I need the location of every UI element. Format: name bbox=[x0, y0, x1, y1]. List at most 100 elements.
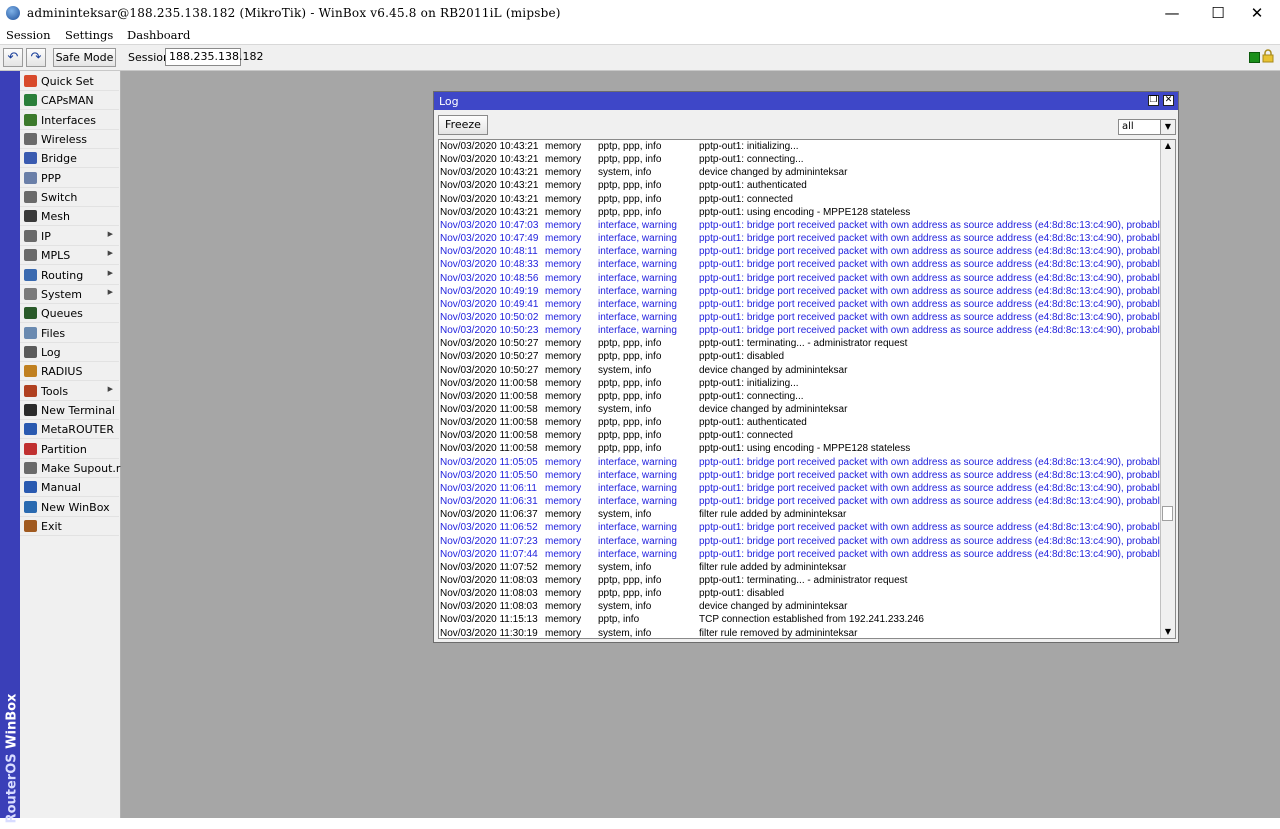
log-row[interactable]: Nov/03/2020 11:06:52 memory interface, war… bbox=[439, 521, 1175, 534]
restore-window-button[interactable]: ❐ bbox=[1148, 95, 1159, 106]
metarouter-icon bbox=[24, 423, 37, 436]
log-row[interactable]: Nov/03/2020 10:50:27 memory system, info de… bbox=[439, 364, 1161, 377]
log-row[interactable]: Nov/03/2020 10:47:49 memory interface, war… bbox=[439, 232, 1175, 245]
sidebar-item-label: New WinBox bbox=[41, 500, 110, 514]
log-row[interactable]: Nov/03/2020 11:07:23 memory interface, war… bbox=[439, 535, 1175, 548]
log-row[interactable]: Nov/03/2020 10:50:02 memory interface, war… bbox=[439, 311, 1175, 324]
sidebar-item-interfaces[interactable]: Interfaces bbox=[20, 111, 119, 130]
log-time: Nov/03/2020 10:43:21 bbox=[440, 167, 539, 179]
sidebar-item-capsman[interactable]: CAPsMAN bbox=[20, 91, 119, 111]
session-field[interactable]: 188.235.138.182 bbox=[165, 48, 263, 66]
log-row[interactable]: Nov/03/2020 10:48:56 memory interface, war… bbox=[439, 272, 1175, 285]
log-row[interactable]: Nov/03/2020 10:43:21 memory system, info de… bbox=[439, 166, 1161, 179]
sidebar-item-partition[interactable]: Partition bbox=[20, 440, 119, 459]
log-row[interactable]: Nov/03/2020 11:08:03 memory pptp, ppp, inf… bbox=[439, 574, 1161, 587]
freeze-button[interactable]: Freeze bbox=[438, 115, 488, 135]
undo-button[interactable]: ↶ bbox=[3, 48, 23, 67]
sidebar-item-tools[interactable]: Tools ▶ bbox=[20, 382, 119, 401]
log-row[interactable]: Nov/03/2020 11:15:13 memory pptp, info TCP … bbox=[439, 613, 1161, 626]
log-row[interactable]: Nov/03/2020 11:00:58 memory pptp, ppp, inf… bbox=[439, 429, 1161, 442]
log-row[interactable]: Nov/03/2020 10:43:21 memory pptp, ppp, inf… bbox=[439, 206, 1161, 219]
sidebar-item-quick-set[interactable]: Quick Set bbox=[20, 72, 119, 91]
sidebar-item-ppp[interactable]: PPP bbox=[20, 169, 119, 188]
routing-icon bbox=[24, 268, 37, 281]
sidebar-item-radius[interactable]: RADIUS bbox=[20, 362, 119, 382]
log-row[interactable]: Nov/03/2020 10:43:21 memory pptp, ppp, inf… bbox=[439, 153, 1161, 166]
redo-button[interactable]: ↷ bbox=[26, 48, 46, 67]
log-row[interactable]: Nov/03/2020 11:08:03 memory system, info de… bbox=[439, 600, 1161, 613]
log-row[interactable]: Nov/03/2020 10:50:23 memory interface, war… bbox=[439, 324, 1175, 337]
sidebar-item-files[interactable]: Files bbox=[20, 324, 119, 343]
sidebar-item-label: MPLS bbox=[41, 249, 71, 263]
log-row[interactable]: Nov/03/2020 11:05:50 memory interface, war… bbox=[439, 469, 1175, 482]
scroll-up-icon[interactable]: ▲ bbox=[1161, 140, 1175, 152]
log-message: device changed by admininteksar bbox=[699, 404, 848, 415]
sidebar-item-manual[interactable]: Manual bbox=[20, 478, 119, 498]
log-row[interactable]: Nov/03/2020 11:07:44 memory interface, war… bbox=[439, 548, 1175, 561]
log-row[interactable]: Nov/03/2020 10:43:21 memory pptp, ppp, inf… bbox=[439, 179, 1161, 192]
sidebar-item-log[interactable]: Log bbox=[20, 343, 119, 362]
log-row[interactable]: Nov/03/2020 11:00:58 memory pptp, ppp, inf… bbox=[439, 416, 1161, 429]
log-time: Nov/03/2020 11:00:58 bbox=[440, 377, 538, 389]
log-row[interactable]: Nov/03/2020 11:06:31 memory interface, war… bbox=[439, 495, 1175, 508]
sidebar-item-exit[interactable]: Exit bbox=[20, 517, 119, 537]
log-row[interactable]: Nov/03/2020 11:05:05 memory interface, war… bbox=[439, 456, 1175, 469]
log-row[interactable]: Nov/03/2020 10:48:11 memory interface, war… bbox=[439, 245, 1175, 258]
log-row[interactable]: Nov/03/2020 10:48:33 memory interface, war… bbox=[439, 258, 1175, 271]
log-topics: system, info bbox=[598, 601, 652, 613]
chevron-down-icon[interactable]: ▼ bbox=[1160, 120, 1175, 134]
sidebar-item-new-terminal[interactable]: New Terminal bbox=[20, 401, 119, 420]
sidebar-item-metarouter[interactable]: MetaROUTER bbox=[20, 420, 119, 440]
topic-filter-select[interactable]: all ▼ bbox=[1118, 119, 1176, 135]
log-topics: interface, warning bbox=[598, 496, 677, 508]
menu-dashboard[interactable]: Dashboard bbox=[127, 28, 190, 42]
vertical-scrollbar[interactable]: ▲ ▼ bbox=[1160, 140, 1175, 638]
log-row[interactable]: Nov/03/2020 11:08:03 memory pptp, ppp, inf… bbox=[439, 587, 1161, 600]
sidebar-item-queues[interactable]: Queues bbox=[20, 304, 119, 324]
log-row[interactable]: Nov/03/2020 11:00:58 memory pptp, ppp, inf… bbox=[439, 390, 1161, 403]
log-message: pptp-out1: bridge port received packet w… bbox=[699, 482, 1176, 494]
log-row[interactable]: Nov/03/2020 10:43:21 memory pptp, ppp, inf… bbox=[439, 193, 1161, 206]
sidebar-item-ip[interactable]: IP ▶ bbox=[20, 227, 119, 246]
sidebar-item-make-supout-rif[interactable]: Make Supout.rif bbox=[20, 459, 127, 478]
wireless-icon bbox=[24, 133, 37, 146]
sidebar-item-routing[interactable]: Routing ▶ bbox=[20, 266, 119, 285]
log-row[interactable]: Nov/03/2020 11:06:37 memory system, info fi… bbox=[439, 508, 1161, 521]
log-topics: system, info bbox=[598, 167, 652, 179]
log-row[interactable]: Nov/03/2020 10:50:27 memory pptp, ppp, inf… bbox=[439, 350, 1161, 363]
minimize-button[interactable]: — bbox=[1149, 0, 1195, 27]
close-button[interactable]: ✕ bbox=[1234, 0, 1280, 27]
log-time: Nov/03/2020 11:07:52 bbox=[440, 561, 538, 573]
menu-settings[interactable]: Settings bbox=[65, 28, 113, 42]
sidebar-item-wireless[interactable]: Wireless bbox=[20, 130, 119, 150]
sidebar-item-new-winbox[interactable]: New WinBox bbox=[20, 498, 119, 517]
log-time: Nov/03/2020 10:48:56 bbox=[440, 272, 539, 284]
sidebar-item-mesh[interactable]: Mesh bbox=[20, 207, 119, 227]
log-message: device changed by admininteksar bbox=[699, 167, 848, 179]
sidebar-item-mpls[interactable]: MPLS ▶ bbox=[20, 246, 119, 266]
log-window-titlebar[interactable]: Log ❐ ✕ bbox=[434, 92, 1178, 110]
log-row[interactable]: Nov/03/2020 11:00:58 memory system, info de… bbox=[439, 403, 1161, 416]
scroll-down-icon[interactable]: ▼ bbox=[1161, 626, 1175, 638]
safe-mode-button[interactable]: Safe Mode bbox=[53, 48, 116, 67]
log-time: Nov/03/2020 11:15:13 bbox=[440, 614, 538, 626]
log-row[interactable]: Nov/03/2020 10:49:19 memory interface, war… bbox=[439, 285, 1175, 298]
menu-session[interactable]: Session bbox=[6, 28, 51, 42]
close-window-button[interactable]: ✕ bbox=[1163, 95, 1174, 106]
log-row[interactable]: Nov/03/2020 10:49:41 memory interface, war… bbox=[439, 298, 1175, 311]
log-row[interactable]: Nov/03/2020 10:50:27 memory pptp, ppp, inf… bbox=[439, 337, 1161, 350]
log-row[interactable]: Nov/03/2020 11:00:58 memory pptp, ppp, inf… bbox=[439, 377, 1161, 390]
log-time: Nov/03/2020 11:06:37 bbox=[440, 509, 538, 521]
log-row[interactable]: Nov/03/2020 11:06:11 memory interface, war… bbox=[439, 482, 1175, 495]
log-row[interactable]: Nov/03/2020 11:07:52 memory system, info fi… bbox=[439, 561, 1161, 574]
sidebar-item-label: Manual bbox=[41, 481, 81, 495]
sidebar-item-system[interactable]: System ▶ bbox=[20, 285, 119, 304]
sidebar-item-bridge[interactable]: Bridge bbox=[20, 149, 119, 169]
log-row[interactable]: Nov/03/2020 11:30:19 memory system, info fi… bbox=[439, 627, 1161, 638]
log-topics: interface, warning bbox=[598, 469, 677, 481]
sidebar-item-switch[interactable]: Switch bbox=[20, 188, 119, 208]
log-row[interactable]: Nov/03/2020 11:00:58 memory pptp, ppp, inf… bbox=[439, 442, 1161, 455]
scroll-thumb[interactable] bbox=[1162, 506, 1173, 521]
log-row[interactable]: Nov/03/2020 10:43:21 memory pptp, ppp, inf… bbox=[439, 140, 1161, 153]
log-row[interactable]: Nov/03/2020 10:47:03 memory interface, war… bbox=[439, 219, 1175, 232]
